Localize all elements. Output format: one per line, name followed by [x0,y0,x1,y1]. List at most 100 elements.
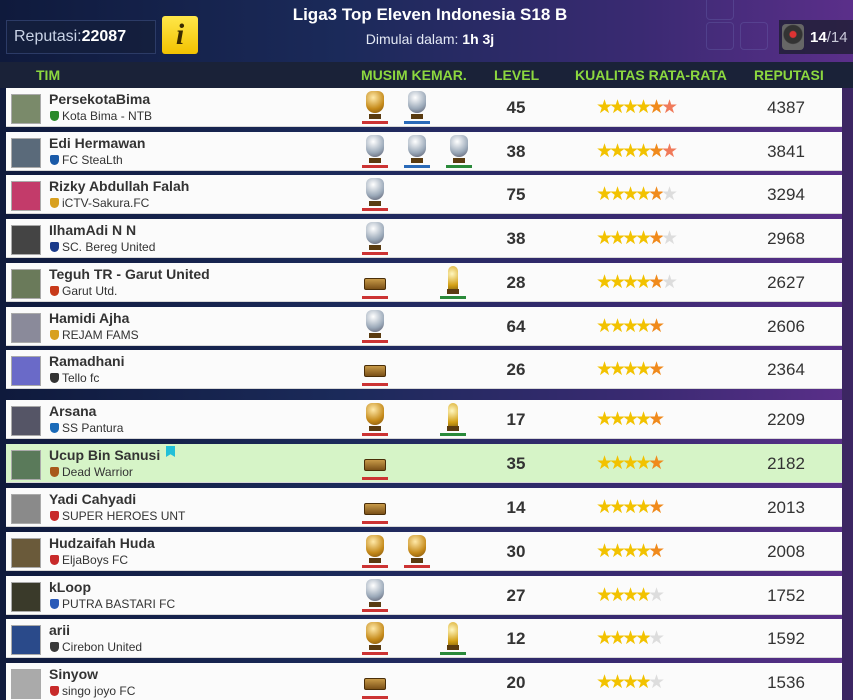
club-label: EljaBoys FC [62,553,129,567]
manager-name[interactable]: Teguh TR - Garut United [49,266,210,282]
manager-name[interactable]: IlhamAdi N N [49,222,136,238]
slots-counter[interactable]: 14/14 [779,20,853,54]
table-row[interactable]: Edi Hermawan FC SteaLth 38 ★ ★ ★ ★ ★ ★ 3841 [6,132,842,171]
star-icon: ★ [661,184,679,205]
reputation-value: 1536 [767,673,805,692]
avatar[interactable] [11,450,41,480]
avatar[interactable] [11,269,41,299]
club-label: SS Pantura [62,421,124,435]
silver-trophy-icon[interactable] [362,134,388,168]
avatar[interactable] [11,225,41,255]
silver-trophy-icon[interactable] [362,177,388,211]
silver-trophy-icon[interactable] [362,221,388,255]
table-row[interactable]: Sinyow singo joyo FC 20 ★ ★ ★ ★ ★ 1536 [6,663,842,700]
reputation-value: 2968 [767,229,805,248]
manager-name[interactable]: Rizky Abdullah Falah [49,178,189,194]
avatar[interactable] [11,313,41,343]
avatar[interactable] [11,582,41,612]
prize-box-icon[interactable] [362,665,388,699]
club-name: REJAM FAMS [50,328,139,342]
start-countdown: Dimulai dalam: 1h 3j [260,31,600,47]
club-label: Kota Bima - NTB [62,109,153,123]
prize-box-icon[interactable] [362,352,388,386]
level-value: 14 [506,498,526,517]
table-row[interactable]: PersekotaBima Kota Bima - NTB 45 ★ ★ ★ ★ ★ ★ 4387 [6,88,842,127]
silver-trophy-icon[interactable] [404,134,430,168]
manager-name[interactable]: Hudzaifah Huda [49,535,155,551]
manager-name[interactable]: arii [49,622,70,638]
manager-name[interactable]: Hamidi Ajha [49,310,129,326]
club-name: FC SteaLth [50,153,123,167]
star-icon: ★ [648,585,666,606]
reputation-value: 22087 [81,28,127,45]
gold-trophy-icon[interactable] [362,534,388,568]
avatar[interactable] [11,494,41,524]
avatar[interactable] [11,538,41,568]
avatar[interactable] [11,138,41,168]
table-row[interactable]: kLoop PUTRA BASTARI FC 27 ★ ★ ★ ★ ★ 1752 [6,576,842,615]
avatar[interactable] [11,669,41,699]
avatar[interactable] [11,406,41,436]
reputation-value: 2013 [767,498,805,517]
table-row[interactable]: Hudzaifah Huda EljaBoys FC 30 ★ ★ ★ ★ ★ 2008 [6,532,842,571]
silver-trophy-icon[interactable] [404,90,430,124]
bookmark-icon [166,446,175,457]
silver-trophy-icon[interactable] [362,578,388,612]
gold-trophy-icon[interactable] [362,402,388,436]
manager-name[interactable]: Arsana [49,403,96,419]
level-value: 45 [506,98,526,117]
manager-name[interactable]: Sinyow [49,666,98,682]
table-row[interactable]: Hamidi Ajha REJAM FAMS 64 ★ ★ ★ ★ ★ 2606 [6,307,842,346]
manager-name[interactable]: PersekotaBima [49,91,150,107]
club-label: Garut Utd. [62,284,118,298]
gold-cup-icon[interactable] [440,265,466,299]
prize-box-icon[interactable] [362,265,388,299]
silver-trophy-icon[interactable] [446,134,472,168]
gold-cup-icon[interactable] [440,402,466,436]
prize-box-icon[interactable] [362,446,388,480]
manager-name[interactable]: kLoop [49,579,91,595]
table-row[interactable]: Ucup Bin Sanusi Dead Warrior 35 ★ ★ ★ ★ ★ 2182 [6,444,842,483]
col-team[interactable]: TIM [36,67,60,83]
table-row[interactable]: Ramadhani Tello fc 26 ★ ★ ★ ★ ★ 2364 [6,350,842,389]
table-row[interactable]: Arsana SS Pantura 17 ★ ★ ★ ★ ★ 2209 [6,400,842,439]
table-row[interactable]: Rizky Abdullah Falah iCTV-Sakura.FC 75 ★ ★ ★ ★… [6,175,842,214]
avatar[interactable] [11,94,41,124]
club-name: SUPER HEROES UNT [50,509,185,523]
club-crest-icon [50,242,59,252]
club-label: Tello fc [62,371,100,385]
reputation-value: 3841 [767,142,805,161]
avatar[interactable] [11,356,41,386]
avatar[interactable] [11,181,41,211]
prize-box-icon[interactable] [362,490,388,524]
reputation-value: 1752 [767,586,805,605]
club-crest-icon [50,686,59,696]
gold-trophy-icon[interactable] [404,534,430,568]
table-row[interactable]: IlhamAdi N N SC. Bereg United 38 ★ ★ ★ ★ ★ ★ 2968 [6,219,842,258]
club-name: PUTRA BASTARI FC [50,597,175,611]
slots-total: /14 [826,28,848,46]
manager-name[interactable]: Edi Hermawan [49,135,145,151]
info-icon[interactable]: i [162,16,198,54]
col-reputation[interactable]: REPUTASI [754,67,824,83]
scrollbar[interactable] [842,88,853,700]
table-row[interactable]: Yadi Cahyadi SUPER HEROES UNT 14 ★ ★ ★ ★ ★ 2013 [6,488,842,527]
col-last-season[interactable]: MUSIM KEMAR. [361,67,467,83]
manager-name[interactable]: Ramadhani [49,353,124,369]
gold-cup-icon[interactable] [440,621,466,655]
reputation-value: 2364 [767,360,805,379]
gold-trophy-icon[interactable] [362,90,388,124]
col-level[interactable]: LEVEL [494,67,539,83]
avatar[interactable] [11,625,41,655]
column-header: TIM MUSIM KEMAR. LEVEL KUALITAS RATA-RAT… [0,62,853,88]
club-name: iCTV-Sakura.FC [50,196,149,210]
club-label: Cirebon United [62,640,143,654]
manager-name[interactable]: Ucup Bin Sanusi [49,447,160,463]
manager-name[interactable]: Yadi Cahyadi [49,491,136,507]
level-value: 27 [506,586,526,605]
gold-trophy-icon[interactable] [362,621,388,655]
table-row[interactable]: arii Cirebon United 12 ★ ★ ★ ★ ★ 1592 [6,619,842,658]
silver-trophy-icon[interactable] [362,309,388,343]
table-row[interactable]: Teguh TR - Garut United Garut Utd. 28 ★ ★ ★ ★ ★… [6,263,842,302]
col-avg-quality[interactable]: KUALITAS RATA-RATA [575,67,727,83]
